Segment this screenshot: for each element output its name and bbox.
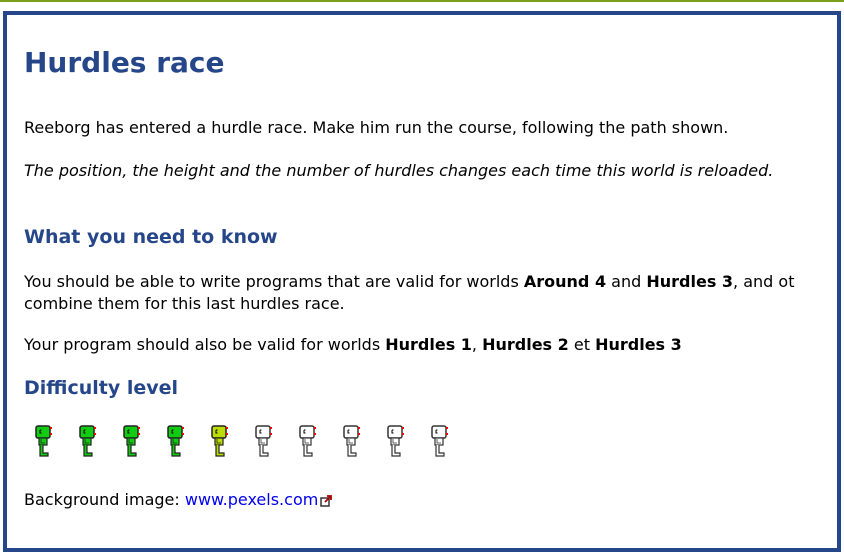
robot-icon-empty [431, 425, 448, 457]
pexels-link[interactable]: www.pexels.com [185, 490, 318, 509]
requirement-text-2: Your program should also be valid for wo… [24, 335, 682, 354]
external-link-icon [320, 494, 333, 507]
robot-icon-filled [79, 425, 96, 457]
credit-text: Background image: www.pexels.com [24, 489, 824, 511]
robot-icon-empty [387, 425, 404, 457]
requirement-text-1: You should be able to write programs tha… [24, 272, 795, 313]
robot-icon-filled [123, 425, 140, 457]
heading-what-you-need: What you need to know [24, 226, 278, 248]
intro-text: Reeborg has entered a hurdle race. Make … [24, 118, 729, 137]
robot-icon-empty [343, 425, 360, 457]
difficulty-rating [34, 424, 474, 464]
robot-icon-filled [35, 425, 52, 457]
robot-icon-empty [299, 425, 316, 457]
robot-icon-filled [167, 425, 184, 457]
page-title: Hurdles race [24, 46, 225, 79]
robot-icon-empty [255, 425, 272, 457]
robot-icon-filled [211, 425, 228, 457]
note-text: The position, the height and the number … [24, 161, 774, 180]
top-accent-line [0, 0, 844, 2]
heading-difficulty: Difficulty level [24, 377, 179, 399]
